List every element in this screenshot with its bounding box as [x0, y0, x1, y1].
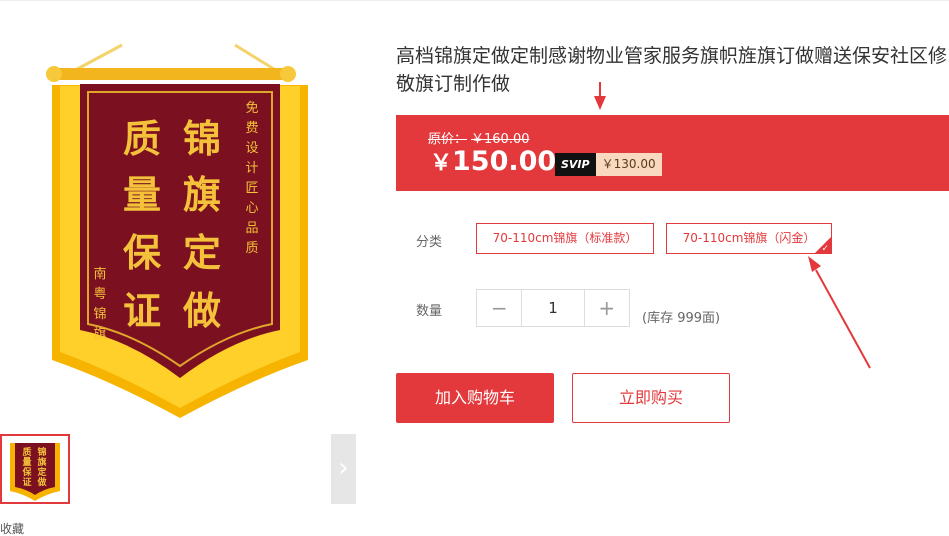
top-divider	[0, 0, 949, 1]
current-price: ￥150.00	[430, 145, 556, 177]
svg-text:证: 证	[22, 477, 31, 488]
svg-text:品: 品	[245, 221, 258, 236]
option-label: 分类	[416, 235, 443, 250]
svip-price: ￥130.00	[595, 153, 662, 176]
quantity-decrease-button[interactable]: −	[477, 290, 522, 326]
svg-text:定: 定	[183, 230, 221, 275]
svg-text:保: 保	[21, 466, 32, 478]
svg-text:旗: 旗	[183, 172, 221, 217]
svg-text:计: 计	[245, 161, 258, 176]
svg-text:质: 质	[22, 446, 31, 458]
quantity-increase-button[interactable]: +	[584, 290, 629, 326]
svg-text:旗: 旗	[37, 456, 46, 468]
favorite-link[interactable]: 收藏	[0, 522, 24, 536]
svg-text:做: 做	[36, 476, 47, 488]
svg-text:证: 证	[123, 288, 161, 333]
svip-price-tag: SVIP ￥130.00	[555, 153, 662, 176]
svg-text:免: 免	[245, 101, 258, 116]
option-gold-label: 70-110cm锦旗（闪金）	[682, 231, 816, 245]
svg-text:南: 南	[93, 266, 106, 282]
buy-now-button[interactable]: 立即购买	[572, 373, 730, 423]
option-standard[interactable]: 70-110cm锦旗（标准款）	[476, 223, 654, 254]
quantity-input[interactable]: 1	[521, 290, 585, 326]
svg-text:费: 费	[245, 121, 258, 136]
banner-illustration: 锦 旗 定 做 质 量 保 证 免费设计 匠心品质 南粤锦旗	[46, 43, 308, 418]
svg-text:粤: 粤	[93, 286, 106, 302]
product-thumbnail[interactable]: 锦旗定做 质量保证	[0, 434, 70, 504]
svg-text:定: 定	[36, 466, 47, 478]
quantity-stepper: − 1 +	[476, 289, 630, 327]
svg-text:量: 量	[22, 456, 31, 468]
svg-text:量: 量	[123, 172, 161, 217]
check-icon: ✓	[821, 244, 829, 254]
stock-info: (库存 999面)	[642, 311, 721, 326]
svg-text:保: 保	[123, 230, 162, 275]
svip-badge: SVIP	[555, 153, 596, 176]
svg-text:质: 质	[245, 241, 258, 256]
svg-text:锦: 锦	[93, 307, 106, 322]
thumbnail-illustration: 锦旗定做 质量保证	[10, 443, 60, 501]
current-price-value: 150.00	[452, 146, 557, 177]
svg-text:心: 心	[245, 201, 258, 216]
svg-text:锦: 锦	[37, 446, 46, 458]
svg-text:匠: 匠	[245, 181, 258, 196]
svg-text:质: 质	[123, 116, 161, 161]
arrow-up-left-icon	[808, 256, 871, 369]
svg-text:锦: 锦	[183, 116, 221, 161]
currency-symbol: ￥	[430, 151, 453, 176]
option-gold[interactable]: 70-110cm锦旗（闪金） ✓	[666, 223, 832, 254]
svg-text:设: 设	[245, 141, 258, 156]
quantity-label: 数量	[416, 304, 443, 319]
option-standard-label: 70-110cm锦旗（标准款）	[492, 231, 638, 245]
price-panel: 原价： ￥160.00 ￥150.00 SVIP ￥130.00	[396, 115, 949, 191]
svg-text:做: 做	[182, 288, 221, 333]
product-title: 高档锦旗定做定制感谢物业管家服务旗帜旌旗订做赠送保安社区修敬旗订制作做	[396, 45, 948, 95]
svg-text:旗: 旗	[93, 326, 106, 342]
product-main-image[interactable]: 锦 旗 定 做 质 量 保 证 免费设计 匠心品质 南粤锦旗	[30, 40, 330, 420]
chevron-right-icon: ›	[338, 453, 349, 483]
gallery-next-button[interactable]: ›	[331, 434, 356, 504]
add-to-cart-button[interactable]: 加入购物车	[396, 373, 554, 423]
